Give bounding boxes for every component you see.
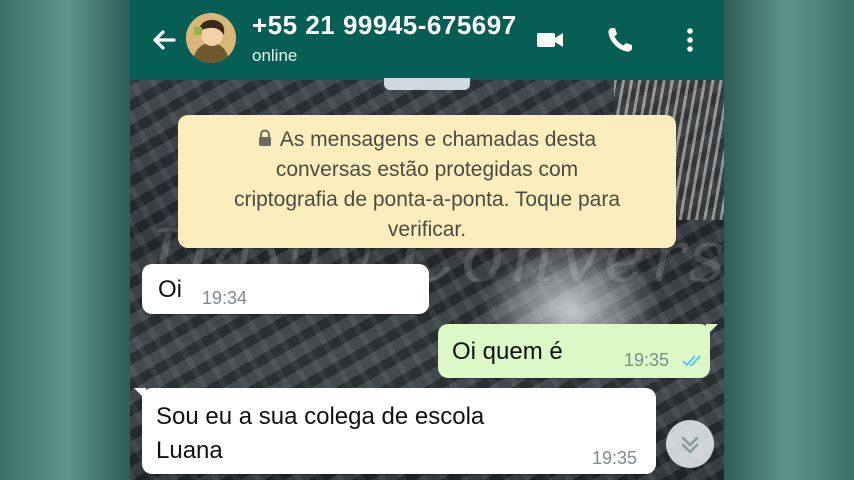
- chat-header: +55 21 99945-675697 online: [130, 0, 724, 80]
- message-time: 19:35: [592, 448, 638, 468]
- message-text: Oi: [158, 276, 182, 303]
- contact-status: online: [252, 46, 298, 65]
- message-incoming[interactable]: Sou eu a sua colega de escola Luana 19:3…: [142, 388, 656, 474]
- encryption-notice-line-4: verificar.: [387, 218, 467, 241]
- contact-avatar[interactable]: [186, 13, 236, 63]
- outgoing-bubble-tail: [706, 324, 718, 336]
- message-text: Sou eu a sua colega de escola Luana: [156, 400, 484, 468]
- back-arrow-icon[interactable]: [148, 24, 180, 56]
- scroll-to-bottom-button[interactable]: [666, 420, 714, 468]
- read-ticks-icon: [682, 354, 706, 368]
- video-call-icon[interactable]: [534, 24, 566, 56]
- encryption-notice-line-2: conversas estão protegidas com: [275, 158, 579, 181]
- more-options-icon[interactable]: [674, 24, 706, 56]
- message-text-line-2: Luana: [156, 437, 223, 464]
- encryption-notice-line-1: As mensagens e chamadas desta: [190, 125, 664, 155]
- chat-screen: Dayly Conversa +55 21 99945-675697 onlin…: [130, 0, 724, 480]
- phone-icon[interactable]: [604, 24, 636, 56]
- incoming-bubble-tail: [134, 388, 146, 400]
- lock-icon: [258, 126, 272, 146]
- message-time: 19:34: [202, 288, 248, 308]
- message-text-line-1: Sou eu a sua colega de escola: [156, 403, 485, 430]
- encryption-notice[interactable]: As mensagens e chamadas desta conversas …: [178, 115, 676, 248]
- message-text: Oi quem é: [452, 338, 563, 365]
- date-pill: [384, 78, 470, 90]
- message-outgoing[interactable]: Oi quem é 19:35: [438, 324, 710, 378]
- contact-number[interactable]: +55 21 99945-675697: [252, 10, 517, 41]
- encryption-notice-line-3: criptografia de ponta-a-ponta. Toque par…: [233, 188, 621, 211]
- message-incoming[interactable]: Oi 19:34: [142, 264, 429, 314]
- double-chevron-down-icon: [681, 436, 699, 454]
- message-time: 19:35: [624, 350, 670, 370]
